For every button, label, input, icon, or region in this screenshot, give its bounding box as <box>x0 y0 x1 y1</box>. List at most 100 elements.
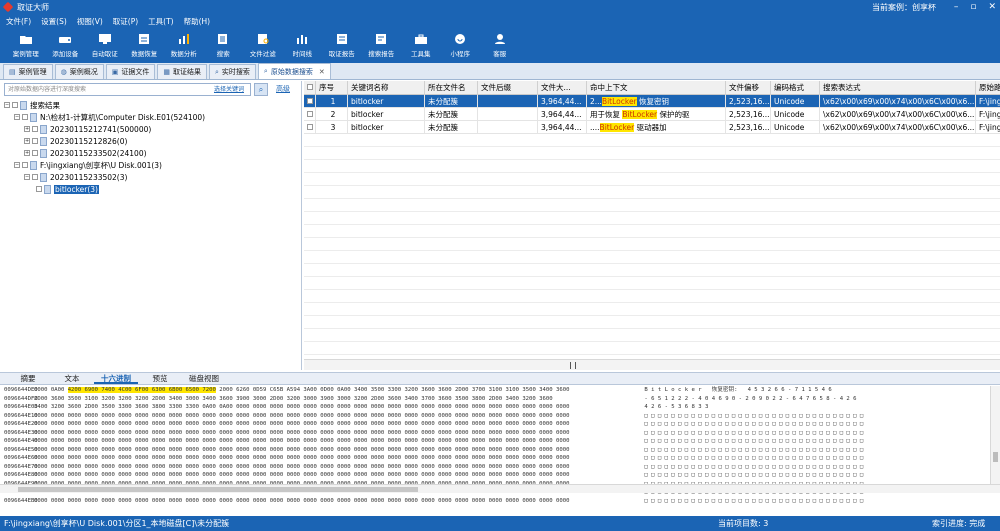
select-keyword-link[interactable]: 选择关键词 <box>214 84 244 95</box>
tab-case-management[interactable]: ▤ 案例管理 <box>3 64 53 79</box>
toolbox-button[interactable]: 工具集 <box>401 29 441 63</box>
add-device-icon <box>58 32 72 45</box>
empty-row <box>304 238 1000 251</box>
menu-help[interactable]: 帮助(H) <box>184 16 211 27</box>
search-report-button[interactable]: 搜索报告 <box>362 29 402 63</box>
scrollbar-grip-icon[interactable] <box>570 362 576 369</box>
search-icon <box>216 32 230 45</box>
col-filesize[interactable]: 文件大... <box>538 81 587 95</box>
collapse-icon[interactable]: − <box>24 174 30 180</box>
case-management-button[interactable]: 案例管理 <box>6 29 46 63</box>
hex-line: 0096644E70 0000 0000 0000 0000 0000 0000 … <box>4 463 864 470</box>
menu-forensics[interactable]: 取证(P) <box>113 16 138 27</box>
add-device-button[interactable]: 添加设备 <box>46 29 86 63</box>
customer-service-button[interactable]: 客服 <box>480 29 520 63</box>
tab-preview[interactable]: 预览 <box>138 373 182 384</box>
collapse-icon[interactable]: − <box>14 162 20 168</box>
hex-line: 0096644DF0 2D00 3600 3500 3100 3200 3200 … <box>4 395 857 402</box>
scroll-thumb[interactable] <box>993 452 998 462</box>
row-checkbox[interactable] <box>307 98 313 104</box>
tab-raw-data-search[interactable]: ⌕ 原始数据搜索 ✕ <box>257 63 331 79</box>
table-row[interactable]: 2 bitlocker 未分配簇 3,964,44... 用于恢复 BitLoc… <box>304 108 1000 121</box>
report-icon <box>335 32 349 45</box>
col-context[interactable]: 命中上下文 <box>587 81 726 95</box>
tree-node-search-batch[interactable]: + 20230115212741(500000) <box>24 123 151 135</box>
menu-view[interactable]: 视图(V) <box>77 16 103 27</box>
col-keyword[interactable]: 关键词名称 <box>348 81 425 95</box>
collapse-icon[interactable]: − <box>4 102 10 108</box>
minimize-button[interactable]: – <box>954 0 959 14</box>
col-seq[interactable]: 序号 <box>316 81 348 95</box>
hex-line: 0096644E50 0000 0000 0000 0000 0000 0000 … <box>4 446 864 453</box>
tree-checkbox[interactable] <box>12 102 18 108</box>
hex-horizontal-scrollbar[interactable] <box>0 484 1000 493</box>
col-extension[interactable]: 文件后缀 <box>478 81 538 95</box>
file-filter-button[interactable]: 文件过滤 <box>243 29 283 63</box>
tree-node-search-batch[interactable]: + 20230115212826(0) <box>24 135 127 147</box>
scroll-thumb[interactable] <box>18 487 418 492</box>
table-row[interactable]: 1 bitlocker 未分配簇 3,964,44... 2...BitLock… <box>304 95 1000 108</box>
tree-node-search-batch[interactable]: + 20230115233502(24100) <box>24 147 147 159</box>
empty-row <box>304 329 1000 342</box>
hex-line: 0096644E00 3400 3200 3600 2D00 3500 3300 … <box>4 404 709 410</box>
hex-view[interactable]: 0096644DE0 0000 0A00 4200 6900 7400 4C00 … <box>0 386 1000 512</box>
row-checkbox[interactable] <box>307 111 313 117</box>
timeline-button[interactable]: 时间线 <box>283 29 323 63</box>
menu-settings[interactable]: 设置(S) <box>41 16 67 27</box>
data-recovery-button[interactable]: 数据恢复 <box>125 29 165 63</box>
table-row[interactable]: 3 bitlocker 未分配簇 3,964,44... ....BitLock… <box>304 121 1000 134</box>
tab-realtime-search[interactable]: ⌕ 实时搜索 <box>208 64 256 79</box>
grid-horizontal-scrollbar[interactable] <box>304 359 1000 370</box>
col-expression[interactable]: 搜索表达式 <box>820 81 976 95</box>
tab-disk-view[interactable]: 磁盘视图 <box>182 373 226 384</box>
mini-program-button[interactable]: 小程序 <box>441 29 481 63</box>
tree-checkbox[interactable] <box>36 186 42 192</box>
search-button[interactable]: 搜索 <box>204 29 244 63</box>
tree-node-keyword[interactable]: bitlocker(3) <box>36 183 99 195</box>
tree-checkbox[interactable] <box>32 174 38 180</box>
tree-node-root[interactable]: − 搜索结果 <box>4 99 60 111</box>
tree-checkbox[interactable] <box>32 150 38 156</box>
tree-node-u-disk[interactable]: − F:\jingxiang\创享杯\U Disk.001(3) <box>14 159 162 171</box>
menu-file[interactable]: 文件(F) <box>6 16 31 27</box>
tab-text[interactable]: 文本 <box>50 373 94 384</box>
search-icon[interactable]: ⌕ <box>254 83 268 96</box>
tree-checkbox[interactable] <box>32 138 38 144</box>
expand-icon[interactable]: + <box>24 150 30 156</box>
restore-button[interactable]: ▫ <box>970 0 976 14</box>
collapse-icon[interactable]: − <box>14 114 20 120</box>
tree-checkbox[interactable] <box>22 114 28 120</box>
close-button[interactable]: ✕ <box>988 0 996 14</box>
evidence-icon: ▣ <box>111 68 119 76</box>
expand-icon[interactable]: + <box>24 126 30 132</box>
col-offset[interactable]: 文件偏移 <box>726 81 771 95</box>
tab-summary[interactable]: 摘要 <box>6 373 50 384</box>
tree-checkbox[interactable] <box>22 162 28 168</box>
col-encoding[interactable]: 编码格式 <box>771 81 820 95</box>
col-original-path[interactable]: 原始路 <box>976 81 1000 95</box>
select-all-checkbox[interactable] <box>304 81 316 95</box>
hex-line: 0096644E20 0000 0000 0000 0000 0000 0000 … <box>4 421 864 427</box>
empty-row <box>304 225 1000 238</box>
row-checkbox[interactable] <box>307 124 313 130</box>
col-filename[interactable]: 所在文件名 <box>425 81 478 95</box>
results-icon: ▦ <box>163 68 170 76</box>
auto-forensics-button[interactable]: 自动取证 <box>85 29 125 63</box>
tab-case-overview[interactable]: ◍ 案例概况 <box>54 64 104 79</box>
advanced-search-link[interactable]: 高级 <box>276 84 290 94</box>
hex-vertical-scrollbar[interactable] <box>990 386 1000 484</box>
data-analysis-button[interactable]: 数据分析 <box>164 29 204 63</box>
expand-icon[interactable]: + <box>24 138 30 144</box>
tab-forensics-results[interactable]: ▦ 取证结果 <box>157 64 207 79</box>
grid-header: 序号 关键词名称 所在文件名 文件后缀 文件大... 命中上下文 文件偏移 编码… <box>304 81 1000 95</box>
forensics-report-button[interactable]: 取证报告 <box>322 29 362 63</box>
tree-checkbox[interactable] <box>32 126 38 132</box>
menu-tools[interactable]: 工具(T) <box>148 16 173 27</box>
keyword-icon <box>44 184 51 194</box>
deep-search-input[interactable]: 对原始数据内容进行深度搜索 选择关键词 <box>4 83 251 96</box>
tab-hex[interactable]: 十六进制 <box>94 373 138 384</box>
tab-evidence-files[interactable]: ▣ 证据文件 <box>105 64 156 79</box>
tree-node-search-batch[interactable]: − 20230115233502(3) <box>24 171 127 183</box>
close-tab-icon[interactable]: ✕ <box>319 68 325 76</box>
tree-node-computer-disk[interactable]: − N:\检材1-计算机\Computer Disk.E01(524100) <box>14 111 205 123</box>
